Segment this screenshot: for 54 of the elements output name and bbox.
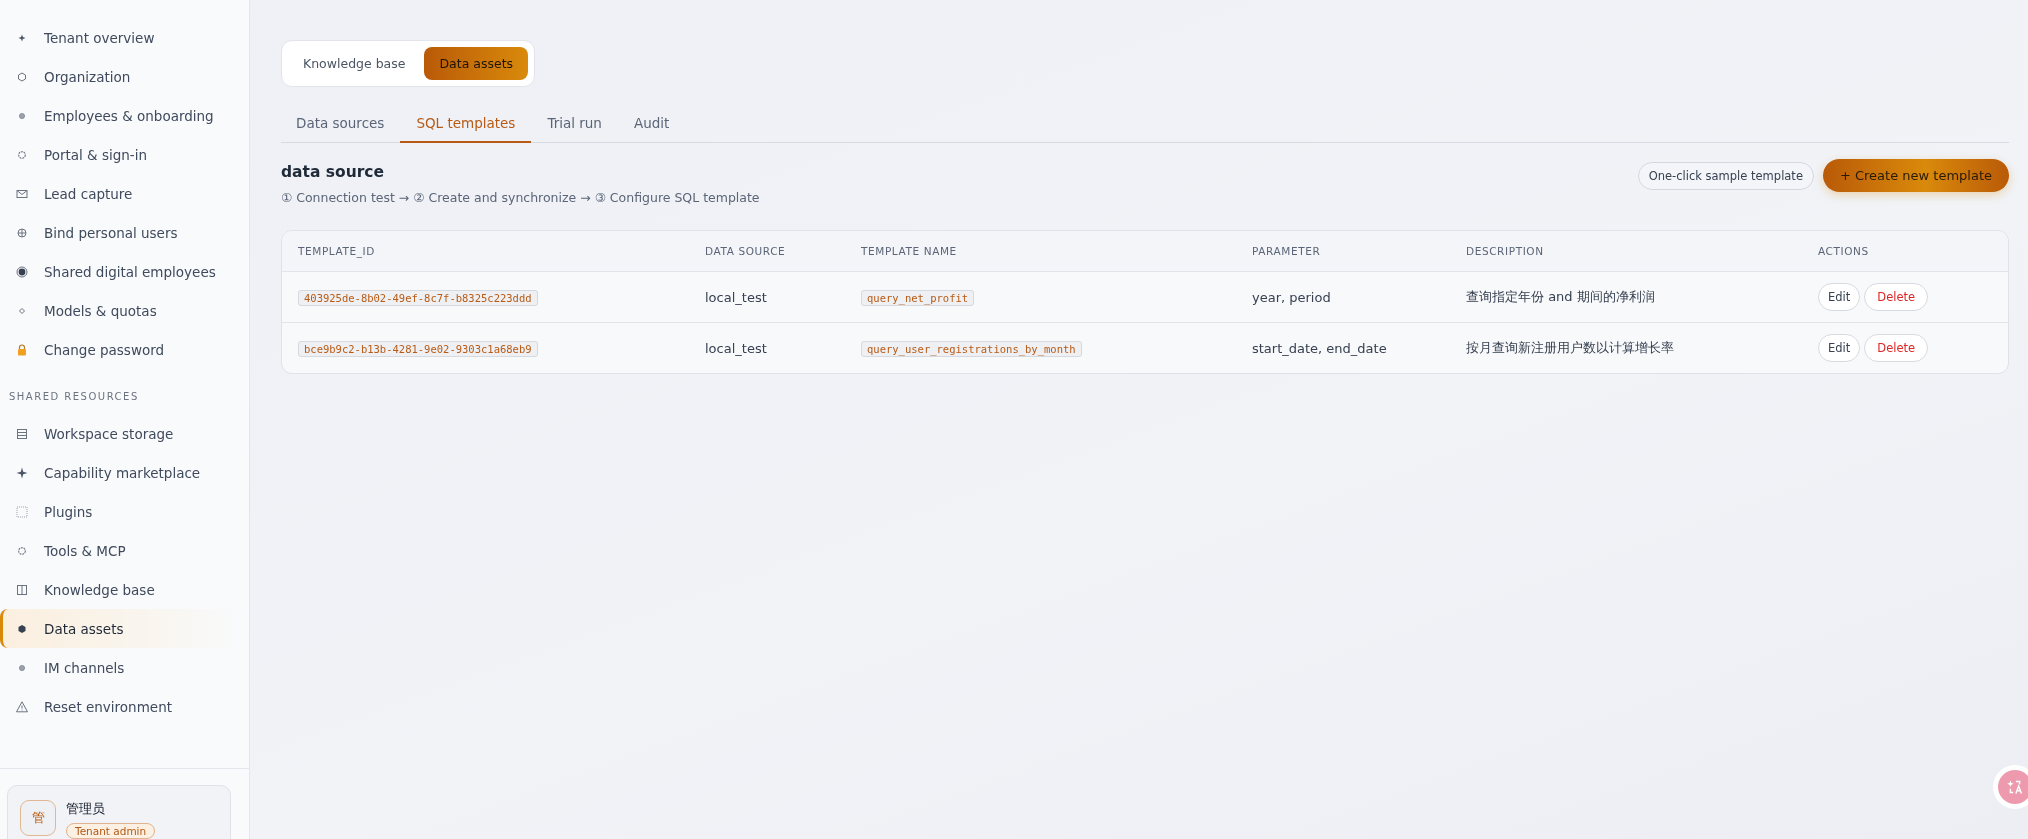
template-name-cell: query_user_registrations_by_month <box>861 340 1082 357</box>
column-header: DESCRIPTION <box>1466 245 1545 257</box>
sample-template-button[interactable]: One-click sample template <box>1637 161 1814 190</box>
sidebar-item[interactable]: Capability marketplace <box>0 453 249 492</box>
column-header: PARAMETER <box>1252 245 1322 257</box>
warning-icon <box>14 698 30 715</box>
column-header: TEMPLATE NAME <box>861 245 958 257</box>
radio-icon <box>14 263 30 280</box>
edit-button[interactable]: Edit <box>1818 334 1861 362</box>
sidebar-item[interactable]: Employees & onboarding <box>0 96 249 135</box>
column-header: DATA SOURCE <box>705 245 787 257</box>
description-cell: 按月查询新注册用户数以计算增长率 <box>1466 340 1674 355</box>
parameter-cell: year, period <box>1252 289 1331 305</box>
delete-button[interactable]: Delete <box>1864 334 1929 362</box>
dotted-square-icon <box>14 503 30 520</box>
delete-button[interactable]: Delete <box>1864 283 1929 311</box>
tab[interactable]: Audit <box>617 107 686 143</box>
sidebar-item[interactable]: Knowledge base <box>0 570 249 609</box>
role-badge: Tenant admin <box>66 823 156 839</box>
sidebar-item[interactable]: Workspace storage <box>0 414 249 453</box>
tab[interactable]: SQL templates <box>400 107 532 143</box>
user-card[interactable]: 管 管理员 Tenant admin <box>7 785 231 839</box>
sidebar-item[interactable]: Organization <box>0 57 249 96</box>
template-id-cell: 403925de-8b02-49ef-8c7f-b8325c223ddd <box>298 289 538 306</box>
sidebar-item[interactable]: Change password <box>0 330 249 369</box>
segment-button[interactable]: Data assets <box>424 47 529 80</box>
sidebar-item[interactable]: Models & quotas <box>0 291 249 330</box>
steps-text: ① Connection test → ② Create and synchronize → ③ Configure SQL template <box>281 190 760 205</box>
parameter-cell: start_date, end_date <box>1252 340 1387 356</box>
sidebar-item[interactable]: Tools & MCP <box>0 531 249 570</box>
sidebar-item[interactable]: Shared digital employees <box>0 252 249 291</box>
user-name: 管理员 <box>66 800 106 818</box>
data-source-cell: local_test <box>705 340 767 356</box>
sidebar-item[interactable]: Plugins <box>0 492 249 531</box>
description-cell: 查询指定年份 and 期间的净利润 <box>1466 289 1655 304</box>
edit-button[interactable]: Edit <box>1818 283 1861 311</box>
create-template-button[interactable]: + Create new template <box>1822 159 2009 192</box>
tab[interactable]: Data sources <box>281 107 401 143</box>
section-title: data source <box>281 163 386 181</box>
avatar: 管 <box>20 800 56 836</box>
sidebar-item[interactable]: Tenant overview <box>0 18 249 57</box>
column-header: TEMPLATE_ID <box>298 245 376 257</box>
tab[interactable]: Trial run <box>531 107 618 143</box>
sidebar-item[interactable]: Reset environment <box>0 687 249 726</box>
column-header: ACTIONS <box>1818 245 1870 257</box>
sidebar-item[interactable]: Bind personal users <box>0 213 249 252</box>
sidebar-item[interactable]: Portal & sign-in <box>0 135 249 174</box>
segment-button[interactable]: Knowledge base <box>290 47 419 80</box>
sidebar-item[interactable]: Lead capture <box>0 174 249 213</box>
section-heading: SHARED RESOURCES <box>8 390 140 404</box>
sidebar-item[interactable]: IM channels <box>0 648 249 687</box>
template-id-cell: bce9b9c2-b13b-4281-9e02-9303c1a68eb9 <box>298 340 538 357</box>
template-name-cell: query_net_profit <box>861 289 975 306</box>
data-source-cell: local_test <box>705 289 767 305</box>
